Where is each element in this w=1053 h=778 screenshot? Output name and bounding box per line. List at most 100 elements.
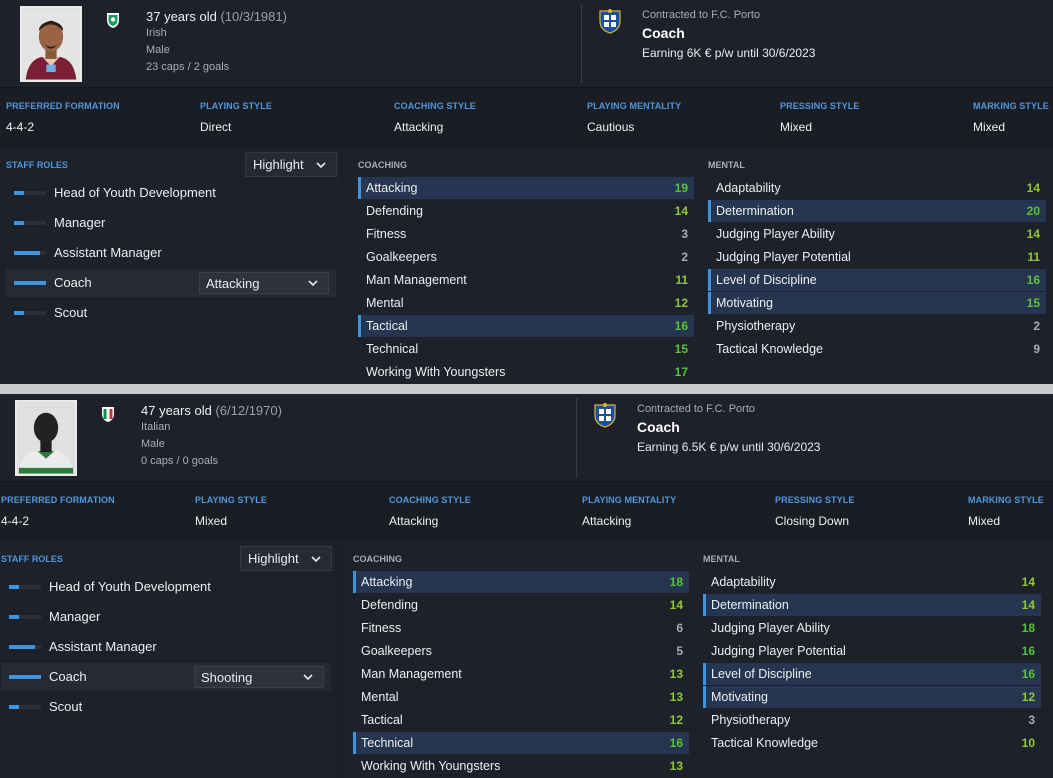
- attribute-row[interactable]: Judging Player Potential 16: [703, 640, 1041, 662]
- attribute-row[interactable]: Adaptability 14: [703, 571, 1041, 593]
- attribute-row[interactable]: Tactical Knowledge 9: [708, 338, 1046, 360]
- role-row-manager[interactable]: Manager: [6, 209, 336, 237]
- role-row-head-of-youth-development[interactable]: Head of Youth Development: [1, 573, 331, 601]
- role-row-assistant-manager[interactable]: Assistant Manager: [6, 239, 336, 267]
- attribute-name: Level of Discipline: [711, 667, 812, 681]
- tactical-preferences: PREFERRED FORMATION 4-4-2 PLAYING STYLE …: [0, 88, 1053, 148]
- tactic-value: 4-4-2: [6, 120, 35, 134]
- staff-roles-panel: STAFF ROLES Highlight Head of Youth Deve…: [0, 543, 335, 778]
- attribute-row[interactable]: Tactical 12: [353, 709, 689, 731]
- attribute-value: 18: [1021, 621, 1035, 635]
- attribute-name: Working With Youngsters: [361, 759, 501, 773]
- attribute-name: Tactical: [366, 319, 408, 333]
- attribute-row[interactable]: Tactical 16: [358, 315, 694, 337]
- attribute-row[interactable]: Physiotherapy 2: [708, 315, 1046, 337]
- mental-title: MENTAL: [708, 160, 745, 170]
- chevron-down-icon: [307, 277, 319, 289]
- coach-focus-dropdown[interactable]: Attacking: [199, 272, 329, 294]
- role-row-head-of-youth-development[interactable]: Head of Youth Development: [6, 179, 336, 207]
- attribute-row[interactable]: Tactical Knowledge 10: [703, 732, 1041, 754]
- role-suitability-fill: [9, 705, 19, 709]
- attribute-row[interactable]: Level of Discipline 16: [708, 269, 1046, 291]
- attribute-name: Working With Youngsters: [366, 365, 506, 379]
- fc-porto-badge-icon[interactable]: [598, 8, 622, 34]
- staff-photo[interactable]: [15, 400, 77, 476]
- attribute-row[interactable]: Goalkeepers 2: [358, 246, 694, 268]
- attribute-value: 14: [669, 598, 683, 612]
- role-row-scout[interactable]: Scout: [6, 299, 336, 327]
- role-label: Scout: [54, 305, 88, 320]
- tactic-label: PLAYING MENTALITY: [582, 495, 677, 505]
- tactic-value: Mixed: [195, 514, 228, 528]
- tactical-preferences: PREFERRED FORMATION 4-4-2 PLAYING STYLE …: [0, 482, 1053, 542]
- coach-focus-dropdown[interactable]: Shooting: [194, 666, 324, 688]
- role-label: Assistant Manager: [54, 245, 162, 260]
- attribute-value: 15: [1026, 296, 1040, 310]
- staff-photo[interactable]: [20, 6, 82, 82]
- role-suitability-bar: [9, 705, 41, 709]
- attribute-row[interactable]: Judging Player Ability 18: [703, 617, 1041, 639]
- fc-porto-badge-icon[interactable]: [593, 402, 617, 428]
- attribute-row[interactable]: Motivating 12: [703, 686, 1041, 708]
- attribute-row[interactable]: Defending 14: [358, 200, 694, 222]
- attribute-name: Judging Player Ability: [711, 621, 830, 635]
- attribute-row[interactable]: Attacking 18: [353, 571, 689, 593]
- attribute-value: 12: [669, 713, 683, 727]
- profile-separator: [0, 384, 1053, 394]
- chevron-down-icon: [302, 671, 314, 683]
- attribute-name: Man Management: [366, 273, 467, 287]
- staff-caps: 23 caps / 2 goals: [146, 61, 230, 73]
- attribute-row[interactable]: Fitness 6: [353, 617, 689, 639]
- role-suitability-fill: [14, 221, 24, 225]
- attribute-row[interactable]: Goalkeepers 5: [353, 640, 689, 662]
- role-suitability-bar: [14, 251, 46, 255]
- attribute-row[interactable]: Working With Youngsters 17: [358, 361, 694, 383]
- attribute-row[interactable]: Fitness 3: [358, 223, 694, 245]
- attribute-row[interactable]: Working With Youngsters 13: [353, 755, 689, 777]
- attribute-row[interactable]: Physiotherapy 3: [703, 709, 1041, 731]
- attribute-row[interactable]: Level of Discipline 16: [703, 663, 1041, 685]
- attribute-row[interactable]: Determination 14: [703, 594, 1041, 616]
- role-row-coach[interactable]: Coach Attacking: [6, 269, 336, 297]
- attribute-row[interactable]: Motivating 15: [708, 292, 1046, 314]
- attribute-name: Tactical Knowledge: [711, 736, 819, 750]
- attribute-value: 11: [1027, 250, 1040, 264]
- attribute-row[interactable]: Adaptability 14: [708, 177, 1046, 199]
- attribute-row[interactable]: Judging Player Ability 14: [708, 223, 1046, 245]
- coaching-attributes-panel: COACHING Attacking 18 Defending 14 Fitness 6 G…: [344, 543, 694, 778]
- attribute-name: Tactical: [361, 713, 403, 727]
- attribute-row[interactable]: Mental 13: [353, 686, 689, 708]
- highlight-label: Highlight: [248, 551, 299, 566]
- attribute-row[interactable]: Mental 12: [358, 292, 694, 314]
- attribute-row[interactable]: Man Management 11: [358, 269, 694, 291]
- staff-roles-title: STAFF ROLES: [6, 160, 68, 170]
- attribute-row[interactable]: Man Management 13: [353, 663, 689, 685]
- tactic-value: Mixed: [973, 120, 1006, 134]
- highlight-dropdown[interactable]: Highlight: [245, 152, 337, 177]
- profile-header: 47 years old (6/12/1970) Italian Male 0 …: [0, 394, 1053, 482]
- highlight-dropdown[interactable]: Highlight: [240, 546, 332, 571]
- attribute-name: Judging Player Ability: [716, 227, 835, 241]
- attribute-name: Defending: [366, 204, 423, 218]
- tactic-label: MARKING STYLE: [973, 101, 1049, 111]
- attribute-value: 18: [669, 575, 683, 589]
- role-suitability-fill: [9, 615, 19, 619]
- attribute-row[interactable]: Technical 15: [358, 338, 694, 360]
- role-row-manager[interactable]: Manager: [1, 603, 331, 631]
- attribute-row[interactable]: Determination 20: [708, 200, 1046, 222]
- tactic-label: PRESSING STYLE: [775, 495, 855, 505]
- role-row-assistant-manager[interactable]: Assistant Manager: [1, 633, 331, 661]
- role-row-scout[interactable]: Scout: [1, 693, 331, 721]
- contract-club[interactable]: Contracted to F.C. Porto: [642, 9, 760, 21]
- job-title: Coach: [637, 419, 680, 435]
- attribute-name: Attacking: [361, 575, 413, 589]
- attribute-row[interactable]: Defending 14: [353, 594, 689, 616]
- attribute-row[interactable]: Judging Player Potential 11: [708, 246, 1046, 268]
- role-row-coach[interactable]: Coach Shooting: [1, 663, 331, 691]
- attribute-value: 16: [674, 319, 688, 333]
- attribute-value: 17: [674, 365, 688, 379]
- staff-nationality: Italian: [141, 421, 171, 433]
- contract-club[interactable]: Contracted to F.C. Porto: [637, 403, 755, 415]
- attribute-row[interactable]: Attacking 19: [358, 177, 694, 199]
- attribute-row[interactable]: Technical 16: [353, 732, 689, 754]
